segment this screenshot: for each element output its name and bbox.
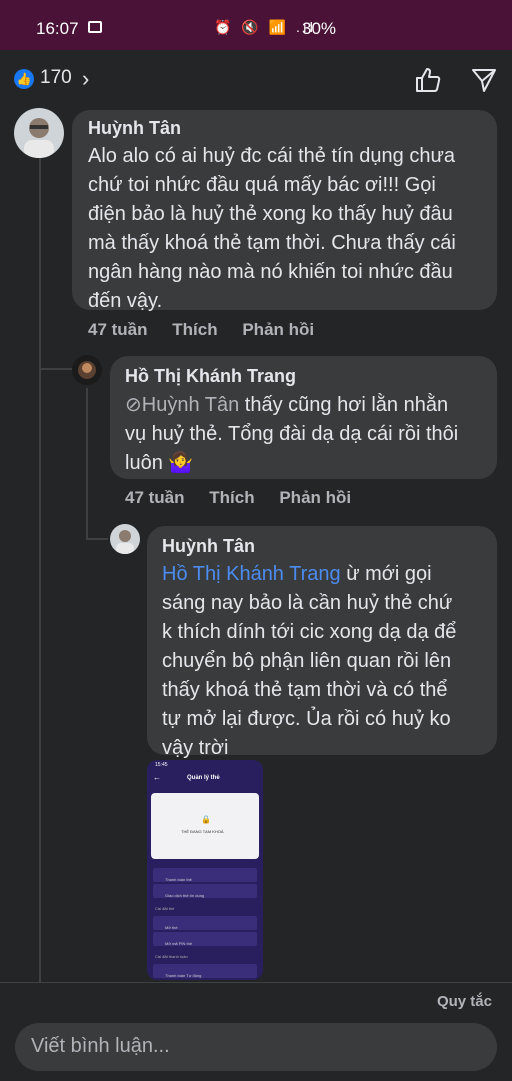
section-label: Cài đặt thẻ: [155, 906, 175, 911]
comment-meta: 47 tuần Thích Phản hồi: [125, 488, 371, 508]
mention-icon: ⊘: [125, 394, 142, 416]
back-arrow-icon: ←: [153, 773, 161, 782]
status-bar: 16:07 ⏰ 🔇 📶 .ıl 30%: [0, 0, 512, 50]
avatar[interactable]: [14, 108, 64, 158]
card-preview: 🔒 THẺ ĐANG TẠM KHOÁ: [151, 793, 259, 859]
thread-connector: [40, 368, 72, 370]
attachment-title: Quản lý thẻ: [187, 775, 220, 781]
thread-connector-nested: [86, 538, 108, 540]
menu-row: Thanh toán Tự động: [153, 964, 257, 978]
comment-time[interactable]: 47 tuần: [125, 488, 185, 507]
attachment-status-time: 15:45: [155, 762, 168, 768]
comment-text: ⊘Huỳnh Tân thấy cũng hơi lằn nhằn vụ huỷ…: [125, 394, 459, 474]
like-button[interactable]: Thích: [172, 320, 217, 339]
menu-row: Mở thẻ: [153, 916, 257, 930]
rules-link[interactable]: Quy tắc: [437, 993, 492, 1010]
comment-input[interactable]: Viết bình luận...: [15, 1023, 497, 1071]
comment-text: Hồ Thị Khánh Trang ừ mới gọi sáng nay bả…: [162, 563, 457, 759]
menu-row: Mở mã PIN thẻ: [153, 932, 257, 946]
avatar[interactable]: [72, 355, 102, 385]
attached-image[interactable]: 15:45 ← Quản lý thẻ 🔒 THẺ ĐANG TẠM KHOÁ …: [147, 760, 263, 980]
chevron-right-icon[interactable]: ›: [82, 66, 89, 92]
comment-time[interactable]: 47 tuần: [88, 320, 148, 339]
gallery-icon: [88, 21, 102, 33]
section-label: Cài đặt thanh toán: [155, 954, 188, 959]
comment-author[interactable]: Hồ Thị Khánh Trang: [125, 366, 296, 387]
reply-button[interactable]: Phản hồi: [279, 488, 351, 507]
like-button[interactable]: Thích: [209, 488, 254, 507]
card-label: THẺ ĐANG TẠM KHOÁ: [181, 829, 224, 834]
share-icon[interactable]: [470, 66, 498, 94]
comment-meta: 47 tuần Thích Phản hồi: [88, 320, 334, 340]
battery-level: 30%: [302, 19, 337, 38]
menu-row: Giao dịch thẻ tín dụng: [153, 884, 257, 898]
mention-link[interactable]: Huỳnh Tân: [142, 394, 239, 416]
comment-author[interactable]: Huỳnh Tân: [88, 118, 181, 139]
comment-text: Alo alo có ai huỷ đc cái thẻ tín dụng ch…: [88, 145, 456, 312]
mention-link[interactable]: Hồ Thị Khánh Trang: [162, 563, 341, 585]
thumbs-up-outline-icon[interactable]: [414, 66, 442, 94]
status-icons: ⏰ 🔇 📶 .ıl: [214, 19, 316, 35]
thumbs-up-icon: 👍: [14, 69, 34, 89]
avatar[interactable]: [110, 524, 140, 554]
status-time: 16:07: [36, 19, 79, 38]
thread-line: [39, 158, 41, 982]
reply-button[interactable]: Phản hồi: [242, 320, 314, 339]
thread-line-nested: [86, 388, 88, 538]
lock-icon: 🔒: [201, 815, 211, 824]
comment-author[interactable]: Huỳnh Tân: [162, 536, 255, 557]
menu-row: Thanh toán thẻ: [153, 868, 257, 882]
like-count[interactable]: 170: [40, 67, 72, 89]
